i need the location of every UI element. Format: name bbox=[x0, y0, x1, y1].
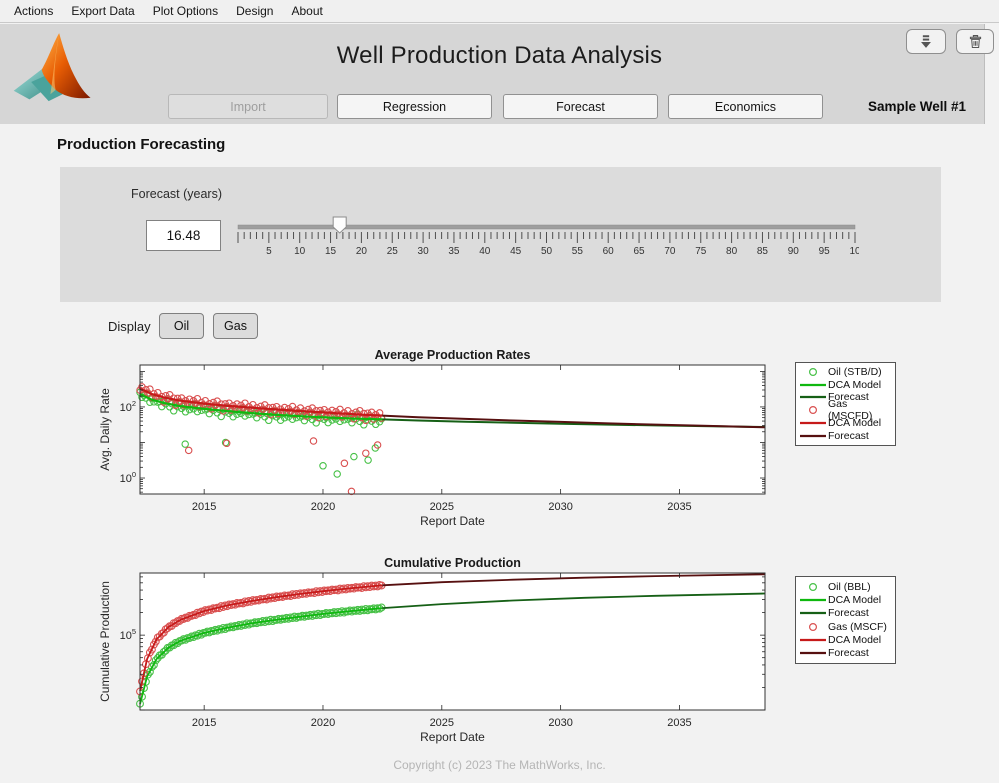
slider-tick-label: 5 bbox=[266, 246, 272, 257]
menu-item-export-data[interactable]: Export Data bbox=[62, 1, 143, 21]
oil-toggle-button[interactable]: Oil bbox=[159, 313, 204, 339]
svg-text:2030: 2030 bbox=[548, 501, 572, 513]
slider-tick-label: 25 bbox=[387, 246, 399, 257]
gas-toggle-button[interactable]: Gas bbox=[213, 313, 258, 339]
header-panel bbox=[0, 24, 985, 124]
rates-legend: Oil (STB/D)DCA ModelForecastGas (MSCFD)D… bbox=[795, 362, 896, 446]
slider-tick-label: 40 bbox=[479, 246, 491, 257]
slider-tick-label: 80 bbox=[726, 246, 738, 257]
menu-item-plot-options[interactable]: Plot Options bbox=[144, 1, 227, 21]
legend-entry: Forecast bbox=[798, 607, 891, 620]
legend-entry: DCA Model bbox=[798, 379, 891, 392]
delete-button[interactable] bbox=[956, 29, 994, 54]
legend-entry: DCA Model bbox=[798, 417, 891, 430]
legend-entry: Forecast bbox=[798, 647, 891, 660]
section-heading: Production Forecasting bbox=[57, 136, 225, 153]
menu-item-about[interactable]: About bbox=[282, 1, 331, 21]
slider-tick-label: 10 bbox=[294, 246, 306, 257]
slider-tick-label: 65 bbox=[633, 246, 645, 257]
svg-text:2025: 2025 bbox=[430, 717, 454, 729]
svg-text:102: 102 bbox=[120, 399, 136, 414]
cumulative-legend: Oil (BBL)DCA ModelForecastGas (MSCF)DCA … bbox=[795, 576, 896, 664]
slider-tick-label: 45 bbox=[510, 246, 522, 257]
copyright-text: Copyright (c) 2023 The MathWorks, Inc. bbox=[0, 758, 999, 772]
slider-tick-label: 95 bbox=[819, 246, 831, 257]
chart-title: Cumulative Production bbox=[384, 556, 521, 570]
slider-tick-label: 10 bbox=[849, 246, 859, 257]
tab-import: Import bbox=[168, 94, 328, 119]
chart-title: Average Production Rates bbox=[375, 350, 531, 362]
legend-entry: DCA Model bbox=[798, 593, 891, 606]
menu-item-design[interactable]: Design bbox=[227, 1, 282, 21]
forecast-slider[interactable]: 5 10 15 20 25 30 35 40 45 50 55 60 65 70 75 80 85 90 95 10 bbox=[234, 216, 859, 260]
download-button[interactable] bbox=[906, 29, 946, 54]
app-window: ActionsExport DataPlot OptionsDesignAbou… bbox=[0, 0, 999, 783]
rates-chart: 2015 2020 2025 2030 2035 100 102 Average Produc… bbox=[95, 350, 795, 540]
slider-tick-label: 70 bbox=[664, 246, 676, 257]
forecast-years-input[interactable] bbox=[146, 220, 221, 251]
svg-text:2015: 2015 bbox=[192, 501, 216, 513]
tab-regression[interactable]: Regression bbox=[337, 94, 492, 119]
display-label: Display bbox=[108, 319, 151, 334]
svg-text:2020: 2020 bbox=[311, 717, 335, 729]
legend-entry: Oil (STB/D) bbox=[798, 366, 891, 379]
cumulative-chart: 2015 2020 2025 2030 2035 105 Cumulative Produc… bbox=[95, 556, 795, 752]
svg-text:105: 105 bbox=[120, 627, 136, 642]
forecast-years-label: Forecast (years) bbox=[131, 187, 222, 201]
slider-tick-label: 50 bbox=[541, 246, 553, 257]
slider-tick-label: 90 bbox=[788, 246, 800, 257]
trash-icon bbox=[967, 33, 984, 50]
legend-entry: Forecast bbox=[798, 429, 891, 442]
y-axis-label: Avg. Daily Rate bbox=[98, 388, 112, 471]
slider-tick-label: 15 bbox=[325, 246, 337, 257]
slider-tick-label: 30 bbox=[418, 246, 430, 257]
legend-entry: Gas (MSCF) bbox=[798, 620, 891, 633]
slider-thumb[interactable] bbox=[333, 217, 346, 233]
svg-text:2035: 2035 bbox=[667, 501, 691, 513]
x-axis-label: Report Date bbox=[420, 514, 485, 528]
svg-text:2020: 2020 bbox=[311, 501, 335, 513]
slider-tick-label: 85 bbox=[757, 246, 769, 257]
slider-tick-label: 55 bbox=[572, 246, 584, 257]
y-axis-label: Cumulative Production bbox=[98, 581, 112, 702]
legend-entry: Oil (BBL) bbox=[798, 580, 891, 593]
svg-text:100: 100 bbox=[120, 470, 136, 485]
slider-tick-label: 60 bbox=[603, 246, 615, 257]
page-title: Well Production Data Analysis bbox=[0, 42, 999, 70]
x-axis-label: Report Date bbox=[420, 730, 485, 744]
slider-tick-label: 35 bbox=[448, 246, 460, 257]
svg-text:2030: 2030 bbox=[548, 717, 572, 729]
legend-entry: DCA Model bbox=[798, 633, 891, 646]
well-name-label: Sample Well #1 bbox=[846, 99, 988, 114]
svg-text:2035: 2035 bbox=[667, 717, 691, 729]
svg-text:2015: 2015 bbox=[192, 717, 216, 729]
tab-economics[interactable]: Economics bbox=[668, 94, 823, 119]
svg-text:2025: 2025 bbox=[430, 501, 454, 513]
tab-forecast[interactable]: Forecast bbox=[503, 94, 658, 119]
download-icon bbox=[917, 33, 935, 51]
menu-item-actions[interactable]: Actions bbox=[5, 1, 62, 21]
slider-tick-label: 20 bbox=[356, 246, 368, 257]
slider-tick-label: 75 bbox=[695, 246, 707, 257]
legend-entry: Gas (MSCFD) bbox=[798, 404, 891, 417]
menu-bar: ActionsExport DataPlot OptionsDesignAbou… bbox=[0, 0, 999, 23]
